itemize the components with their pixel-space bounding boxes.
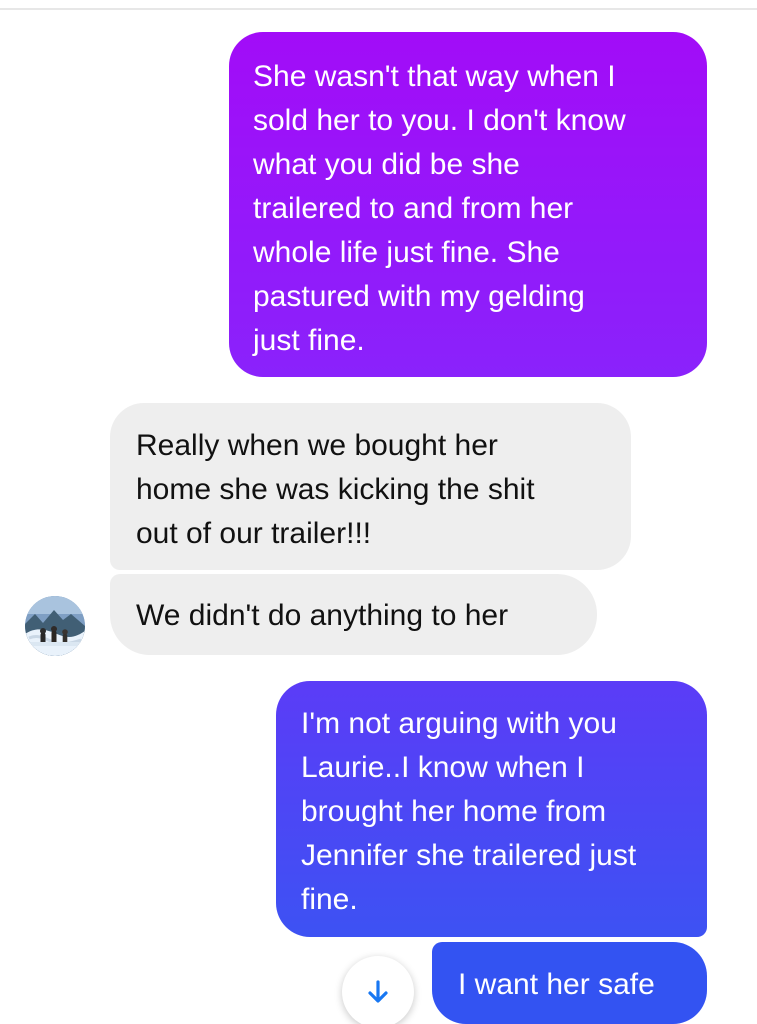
chat-screen: She wasn't that way when I sold her to y… xyxy=(0,0,757,1024)
arrow-down-icon xyxy=(368,980,388,1003)
contact-avatar[interactable] xyxy=(25,596,85,656)
scroll-down-button[interactable] xyxy=(342,956,414,1024)
sent-message-bubble[interactable]: I'm not arguing with you Laurie..I know … xyxy=(276,681,707,937)
sent-message-bubble[interactable]: She wasn't that way when I sold her to y… xyxy=(229,32,707,377)
received-message-bubble[interactable]: We didn't do anything to her xyxy=(110,574,597,655)
received-message-bubble[interactable]: Really when we bought her home she was k… xyxy=(110,403,631,570)
top-divider xyxy=(0,0,757,10)
sent-message-bubble[interactable]: I want her safe xyxy=(432,942,707,1024)
profile-photo-icon xyxy=(25,596,85,656)
